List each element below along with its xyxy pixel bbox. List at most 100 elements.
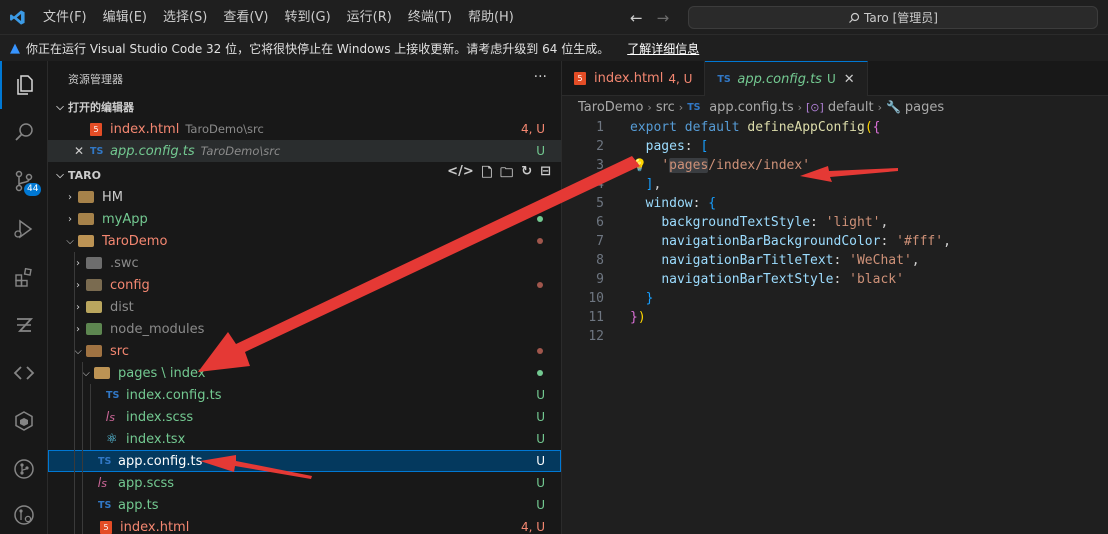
git-lens-icon[interactable] bbox=[0, 491, 48, 534]
open-editors-section[interactable]: ⌵ 打开的编辑器 bbox=[48, 96, 561, 118]
source-control-icon[interactable]: 44 bbox=[0, 157, 48, 205]
chevron-down-icon: ⌵ bbox=[66, 235, 74, 247]
code-line: 3 💡 'pages/index/index' bbox=[562, 156, 1108, 175]
tab-status: U bbox=[826, 72, 836, 86]
project-section[interactable]: ⌵ TARO </> 🗋 🗀 ↻ ⊟ bbox=[48, 164, 561, 186]
chevron-right-icon: › bbox=[76, 279, 80, 291]
tree-item-folder[interactable]: › myApp bbox=[48, 208, 561, 230]
notice-text: 你正在运行 Visual Studio Code 32 位，它将很快停止在 Wi… bbox=[26, 42, 610, 56]
tree-item-folder[interactable]: › config bbox=[48, 274, 561, 296]
tree-item-file-selected[interactable]: TS app.config.ts U bbox=[48, 450, 561, 472]
tree-item-label: app.ts bbox=[118, 497, 159, 513]
close-icon[interactable]: ✕ bbox=[74, 144, 90, 158]
menu-bar: 文件(F) 编辑(E) 选择(S) 查看(V) 转到(G) 运行(R) 终端(T… bbox=[35, 0, 522, 35]
tree-item-file[interactable]: 5 index.html 4, U bbox=[48, 516, 561, 534]
html-file-icon: 5 bbox=[90, 122, 102, 136]
dist-folder-icon bbox=[86, 301, 102, 313]
explorer-icon[interactable] bbox=[0, 61, 48, 109]
tree-item-file[interactable]: ⚛ index.tsx U bbox=[48, 428, 561, 450]
activity-bar: 44 bbox=[0, 61, 48, 534]
open-editor-status: 4, U bbox=[520, 122, 545, 136]
line-number: 11 bbox=[588, 310, 604, 325]
extensions-icon[interactable] bbox=[0, 253, 48, 301]
more-actions-icon[interactable]: ··· bbox=[534, 69, 547, 85]
typescript-file-icon: TS bbox=[106, 389, 120, 401]
chevron-right-icon: › bbox=[68, 191, 72, 203]
chevron-right-icon: › bbox=[877, 100, 882, 114]
chevron-right-icon: › bbox=[678, 100, 684, 114]
learn-more-link[interactable]: 了解详细信息 bbox=[627, 40, 699, 57]
tree-item-folder[interactable]: ⌵ src bbox=[48, 340, 561, 362]
chevron-right-icon: › bbox=[68, 213, 72, 225]
code-line: 10 } bbox=[562, 289, 1108, 308]
menu-help[interactable]: 帮助(H) bbox=[460, 0, 522, 35]
tree-item-label: HM bbox=[102, 189, 123, 205]
html-file-icon: 5 bbox=[100, 520, 112, 534]
editor-tabs: 5 index.html 4, U TS app.config.ts U ✕ bbox=[562, 61, 1108, 96]
node-modules-folder-icon bbox=[86, 323, 102, 335]
breadcrumb-item[interactable]: app.config.ts bbox=[709, 100, 793, 115]
tab-status: 4, U bbox=[668, 71, 693, 86]
scm-badge: 44 bbox=[24, 183, 42, 196]
menu-edit[interactable]: 编辑(E) bbox=[95, 0, 155, 35]
refresh-icon[interactable]: ↻ bbox=[521, 164, 532, 186]
menu-run[interactable]: 运行(R) bbox=[339, 0, 400, 35]
explorer-sidebar: 资源管理器 ··· ⌵ 打开的编辑器 5 index.html TaroDemo… bbox=[48, 61, 562, 534]
command-center-search[interactable]: Taro [管理员] bbox=[688, 6, 1098, 29]
code-line: 6 backgroundTextStyle: 'light', bbox=[562, 213, 1108, 232]
tree-item-label: index.config.ts bbox=[126, 387, 222, 403]
open-editor-item[interactable]: 5 index.html TaroDemo\src 4, U bbox=[48, 118, 561, 140]
collapse-all-icon[interactable]: ⊟ bbox=[540, 164, 551, 186]
breadcrumb-item[interactable]: src bbox=[656, 100, 675, 115]
line-number: 6 bbox=[596, 215, 604, 230]
close-tab-icon[interactable]: ✕ bbox=[844, 72, 855, 87]
tree-item-file[interactable]: TS index.config.ts U bbox=[48, 384, 561, 406]
menu-terminal[interactable]: 终端(T) bbox=[400, 0, 460, 35]
code-line: 5 window: { bbox=[562, 194, 1108, 213]
back-arrow-icon[interactable]: ← bbox=[630, 9, 643, 27]
chevron-right-icon: › bbox=[647, 100, 652, 114]
git-graph-icon[interactable] bbox=[0, 445, 48, 493]
folder-open-icon bbox=[78, 235, 94, 247]
code-line: 2 pages: [ bbox=[562, 137, 1108, 156]
tree-item-folder[interactable]: › .swc bbox=[48, 252, 561, 274]
remote-explorer-icon[interactable] bbox=[0, 301, 48, 349]
chevron-down-icon: ⌵ bbox=[74, 345, 82, 357]
open-editor-item[interactable]: ✕ TS app.config.ts TaroDemo\src U bbox=[48, 140, 561, 162]
tab-app-config-ts[interactable]: TS app.config.ts U ✕ bbox=[705, 61, 868, 96]
tree-item-folder[interactable]: ⌵ pages \ index bbox=[48, 362, 561, 384]
breadcrumb-item[interactable]: default bbox=[828, 100, 874, 115]
tab-index-html[interactable]: 5 index.html 4, U bbox=[562, 61, 706, 96]
breadcrumb-item[interactable]: TaroDemo bbox=[578, 100, 643, 115]
forward-arrow-icon[interactable]: → bbox=[657, 9, 670, 27]
menu-file[interactable]: 文件(F) bbox=[35, 0, 95, 35]
untracked-dot bbox=[537, 370, 543, 376]
tree-item-folder[interactable]: › HM bbox=[48, 186, 561, 208]
code-icon[interactable]: </> bbox=[447, 164, 474, 186]
box-icon[interactable] bbox=[0, 397, 48, 445]
tree-item-file[interactable]: ꟾs app.scss U bbox=[48, 472, 561, 494]
config-folder-icon bbox=[86, 279, 102, 291]
tree-item-label: app.config.ts bbox=[118, 453, 203, 469]
tree-item-folder[interactable]: › dist bbox=[48, 296, 561, 318]
run-debug-icon[interactable] bbox=[0, 205, 48, 253]
tree-item-file[interactable]: TS app.ts U bbox=[48, 494, 561, 516]
modified-dot bbox=[537, 282, 543, 288]
new-file-icon[interactable]: 🗋 bbox=[482, 164, 492, 186]
tree-item-label: app.scss bbox=[118, 475, 175, 491]
tree-item-label: index.scss bbox=[126, 409, 194, 425]
code-brackets-icon[interactable] bbox=[0, 349, 48, 397]
search-icon[interactable] bbox=[0, 109, 48, 157]
code-editor[interactable]: 1 export default defineAppConfig({ 2 page… bbox=[562, 118, 1108, 346]
line-number: 12 bbox=[588, 329, 604, 344]
tree-item-label: index.tsx bbox=[126, 431, 186, 447]
new-folder-icon[interactable]: 🗀 bbox=[500, 164, 513, 186]
react-file-icon: ⚛ bbox=[106, 431, 118, 447]
tree-item-folder[interactable]: ⌵ TaroDemo bbox=[48, 230, 561, 252]
menu-go[interactable]: 转到(G) bbox=[276, 0, 338, 35]
tree-item-file[interactable]: ꟾs index.scss U bbox=[48, 406, 561, 428]
menu-view[interactable]: 查看(V) bbox=[215, 0, 276, 35]
breadcrumb-item[interactable]: pages bbox=[905, 100, 944, 115]
menu-selection[interactable]: 选择(S) bbox=[155, 0, 215, 35]
tree-item-folder[interactable]: › node_modules bbox=[48, 318, 561, 340]
